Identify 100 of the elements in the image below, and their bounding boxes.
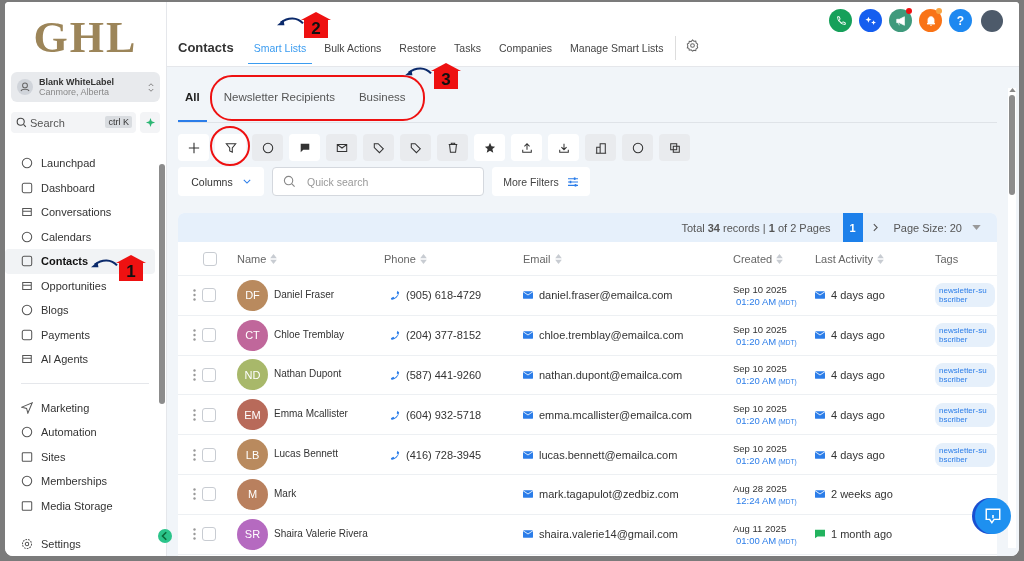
created-time: 01:20 AM	[736, 455, 777, 467]
list-tab[interactable]: All	[178, 91, 207, 122]
created-date: Sep 10 2025	[733, 443, 787, 455]
select-all-checkbox[interactable]	[203, 251, 217, 266]
sidebar-item[interactable]: Marketing	[5, 395, 155, 420]
drag-handle-icon[interactable]	[193, 289, 196, 302]
sidebar-item[interactable]: Memberships	[5, 469, 155, 494]
star-button[interactable]	[474, 134, 505, 161]
sidebar-item[interactable]: Calendars	[5, 224, 155, 249]
feedback-button[interactable]	[975, 498, 1011, 534]
sidebar-item[interactable]: Launchpad	[5, 151, 155, 176]
created-date: Sep 10 2025	[733, 283, 787, 295]
row-checkbox[interactable]	[202, 407, 216, 422]
sidebar-item[interactable]: Payments	[5, 322, 155, 347]
sidebar-item[interactable]: AI Agents	[5, 347, 155, 372]
email-address[interactable]: emma.mcallister@emailca.com	[539, 408, 692, 421]
row-checkbox[interactable]	[202, 527, 216, 542]
avatar-icon[interactable]	[981, 9, 1003, 32]
header-tab[interactable]: Companies	[492, 42, 559, 64]
drag-handle-icon[interactable]	[193, 329, 196, 342]
drag-handle-icon[interactable]	[193, 369, 196, 381]
phone-number[interactable]: (416) 728-3945	[406, 448, 482, 461]
chat-button[interactable]	[289, 134, 320, 161]
account-switcher[interactable]: Blank WhiteLabel Canmore, Alberta	[11, 72, 160, 102]
header-tab[interactable]: Bulk Actions	[318, 42, 388, 64]
sidebar-item[interactable]: Blogs	[5, 298, 155, 323]
row-checkbox[interactable]	[202, 487, 216, 502]
page-button[interactable]: 1	[842, 213, 863, 242]
contact-name[interactable]: Emma Mcallister	[274, 408, 348, 420]
contact-name[interactable]: Shaira Valerie Rivera	[274, 527, 368, 539]
mail-icon	[523, 370, 533, 380]
sidebar-item[interactable]: Dashboard	[5, 175, 155, 200]
column-header[interactable]: Email	[523, 252, 551, 265]
megaphone-button[interactable]	[889, 9, 912, 32]
email-address[interactable]: chloe.tremblay@emailca.com	[539, 329, 684, 342]
phone-number[interactable]: (587) 441-9260	[406, 369, 482, 381]
row-checkbox[interactable]	[202, 368, 216, 382]
header-tab[interactable]: Tasks	[448, 42, 487, 64]
scroll-up-arrow-icon[interactable]	[1008, 88, 1016, 92]
email-address[interactable]: daniel.fraser@emailca.com	[539, 289, 673, 302]
sidebar-item[interactable]: Automation	[5, 420, 155, 445]
bell-button[interactable]	[919, 9, 942, 32]
header-tab[interactable]: Manage Smart Lists	[564, 42, 670, 64]
header-tab[interactable]: Restore	[393, 42, 443, 64]
search-icon	[283, 175, 296, 188]
contact-name[interactable]: Chloe Tremblay	[274, 328, 345, 340]
upload-button[interactable]	[511, 134, 542, 161]
drag-handle-icon[interactable]	[193, 448, 196, 461]
sidebar-item[interactable]: Conversations	[5, 200, 155, 225]
column-header[interactable]: Phone	[384, 252, 416, 265]
sidebar-item[interactable]: Media Storage	[5, 493, 155, 518]
chevron-left-icon	[160, 531, 170, 541]
drag-handle-icon[interactable]	[193, 528, 196, 541]
copy-icon	[668, 141, 681, 154]
sparkle-button[interactable]	[859, 9, 882, 32]
next-page-icon[interactable]	[872, 223, 878, 232]
row-checkbox[interactable]	[202, 328, 216, 343]
email-address[interactable]: shaira.valerie14@gmail.com	[539, 528, 678, 541]
list-tab[interactable]: Business	[351, 91, 413, 122]
tag: newsletter-subscriber	[935, 363, 995, 387]
phone-number[interactable]: (604) 932-5718	[406, 408, 482, 421]
plus-button[interactable]	[178, 134, 209, 161]
column-header[interactable]: Tags	[935, 252, 959, 265]
mail-icon	[523, 290, 533, 301]
ai-button[interactable]	[140, 112, 160, 133]
row-checkbox[interactable]	[202, 447, 216, 462]
filter-button[interactable]	[215, 134, 246, 161]
avatar-initials: SR	[237, 518, 268, 550]
mail-icon	[523, 449, 533, 460]
contact-name[interactable]: Lucas Bennett	[274, 448, 338, 460]
download-button[interactable]	[548, 134, 579, 161]
contact-name[interactable]: Nathan Dupont	[274, 368, 342, 380]
plus-icon	[187, 141, 200, 154]
tag: newsletter-subscriber	[935, 283, 995, 308]
page-size-dropdown[interactable]: Page Size: 20	[893, 221, 962, 234]
email-address[interactable]: nathan.dupont@emailca.com	[539, 369, 683, 381]
drag-handle-icon[interactable]	[193, 488, 196, 501]
contact-name[interactable]: Daniel Fraser	[274, 288, 335, 300]
list-tab[interactable]: Newsletter Recipients	[216, 91, 342, 122]
account-location: Canmore, Alberta	[39, 87, 111, 97]
help-button[interactable]: ?	[949, 9, 972, 32]
email-address[interactable]: lucas.bennett@emailca.com	[539, 448, 678, 461]
phone-number[interactable]: (905) 618-4729	[406, 289, 482, 302]
drag-handle-icon[interactable]	[193, 408, 196, 421]
row-checkbox[interactable]	[202, 288, 216, 303]
last-activity: 4 days ago	[831, 448, 885, 461]
created-time: 01:20 AM	[736, 295, 777, 307]
email-address[interactable]: mark.tagapulot@zedbiz.com	[539, 488, 679, 501]
quick-search-field[interactable]: Quick search	[272, 167, 484, 196]
collapse-button[interactable]	[158, 529, 172, 543]
sidebar-item[interactable]: Sites	[5, 444, 155, 469]
mail-icon	[815, 290, 825, 301]
phone-button[interactable]	[829, 9, 852, 32]
phone-number[interactable]: (204) 377-8152	[406, 329, 482, 342]
columns-dropdown[interactable]: Columns	[178, 167, 264, 196]
contact-name[interactable]: Mark	[274, 487, 297, 499]
column-header[interactable]: Created	[733, 252, 773, 265]
column-header[interactable]: Name	[237, 252, 267, 265]
more-filters-button[interactable]: More Filters	[492, 167, 590, 196]
column-header[interactable]: Last Activity	[815, 252, 874, 265]
